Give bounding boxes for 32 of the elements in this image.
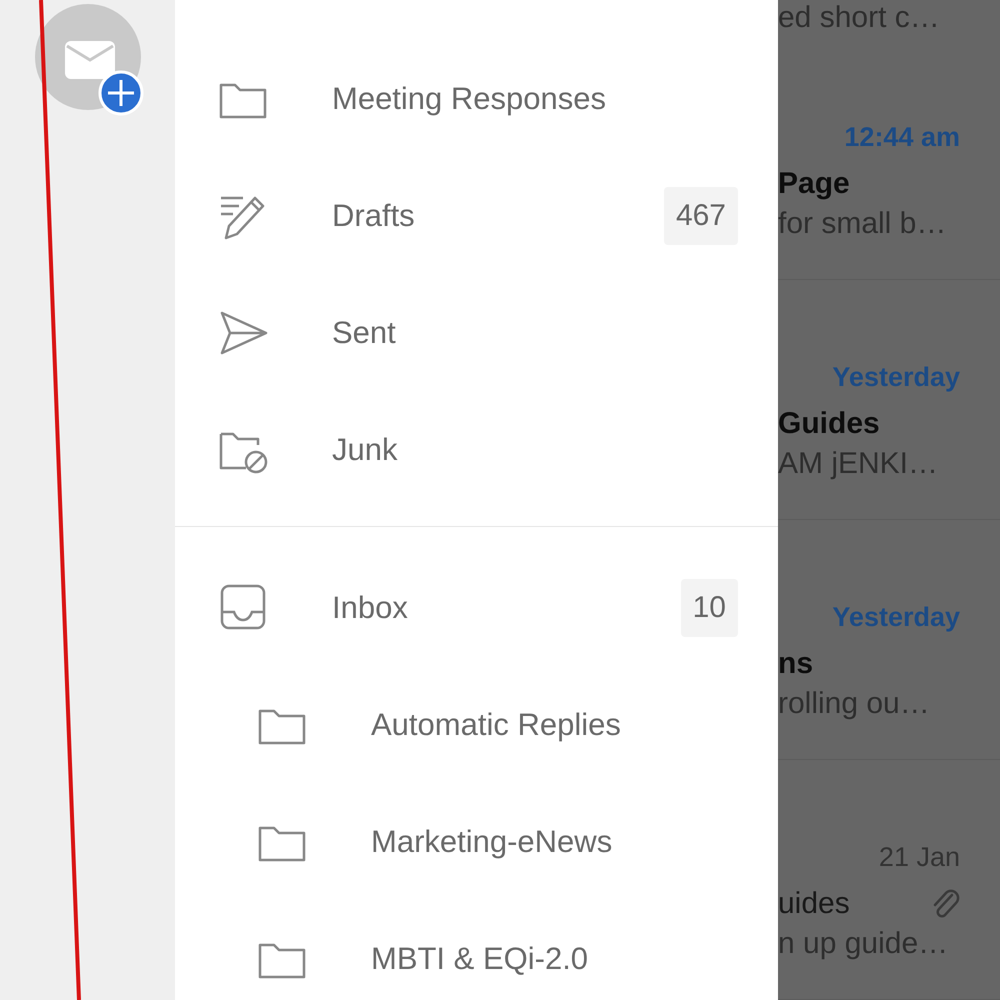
message-time: 12:44 am bbox=[843, 122, 960, 153]
message-time: Yesterday bbox=[831, 602, 960, 633]
message-sender: Guides bbox=[778, 407, 880, 441]
folder-item[interactable]: Meeting Responses bbox=[175, 40, 778, 157]
folder-name: Junk bbox=[332, 432, 398, 468]
folder-item[interactable]: Sent bbox=[175, 274, 778, 391]
message-sender: uides bbox=[778, 887, 850, 921]
message-sender: Page bbox=[778, 167, 850, 201]
folder-item[interactable]: Drafts 467 bbox=[175, 157, 778, 274]
folder-item[interactable]: Inbox 10 bbox=[175, 549, 778, 666]
unread-count: 467 bbox=[664, 186, 738, 244]
folder-item[interactable]: Marketing-eNews bbox=[175, 783, 778, 900]
folder-name: MBTI & EQi-2.0 bbox=[371, 940, 590, 976]
message-preview: ed short c… bbox=[778, 0, 941, 36]
folder-item[interactable]: MBTI & EQi-2.0 bbox=[175, 900, 778, 1000]
folder-name: Inbox bbox=[332, 590, 409, 626]
folder-name: Meeting Responses bbox=[332, 80, 607, 116]
folder-item[interactable]: Junk bbox=[175, 391, 778, 508]
message-preview: AM jENKI… bbox=[778, 447, 940, 481]
plus-icon bbox=[98, 70, 144, 116]
message-time: Yesterday bbox=[831, 362, 960, 393]
folder-item[interactable]: Automatic Replies bbox=[175, 666, 778, 783]
message-sender: ns bbox=[778, 647, 814, 681]
unread-count: 10 bbox=[680, 578, 738, 636]
folder-name: Automatic Replies bbox=[371, 706, 622, 742]
folder-name: Sent bbox=[332, 314, 397, 350]
folder-name: Drafts bbox=[332, 198, 416, 234]
mail-icon bbox=[65, 41, 115, 79]
folder-name: Marketing-eNews bbox=[371, 824, 614, 860]
message-preview: rolling ou… bbox=[778, 687, 931, 721]
message-preview: n up guide… bbox=[778, 927, 950, 961]
message-preview: for small b… bbox=[778, 207, 948, 241]
